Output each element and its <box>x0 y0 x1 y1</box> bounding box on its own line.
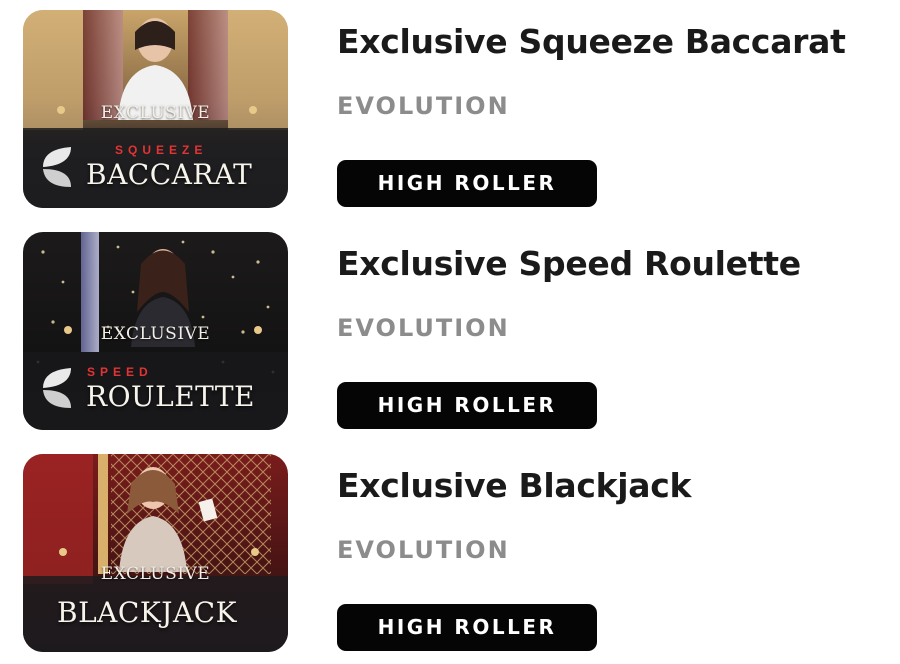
thumbnail-overlay: EXCLUSIVE BLACKJACK <box>23 454 288 652</box>
thumbnail-subtitle: SQUEEZE <box>115 143 208 157</box>
game-thumbnail[interactable]: EXCLUSIVE SQUEEZE BACCARAT <box>23 10 288 208</box>
high-roller-tag[interactable]: HIGH ROLLER <box>337 604 597 651</box>
game-card[interactable]: EXCLUSIVE BLACKJACK Exclusive Blackjack … <box>0 454 900 654</box>
game-provider: EVOLUTION <box>337 92 510 120</box>
game-card[interactable]: EXCLUSIVE SPEED ROULETTE Exclusive Speed… <box>0 232 900 432</box>
thumbnail-overlay: EXCLUSIVE SQUEEZE BACCARAT <box>23 10 288 208</box>
thumbnail-game-name: ROULETTE <box>86 380 255 413</box>
game-title[interactable]: Exclusive Speed Roulette <box>337 244 801 283</box>
evolution-leaf-icon <box>43 147 71 187</box>
thumbnail-overlay: EXCLUSIVE SPEED ROULETTE <box>23 232 288 430</box>
thumbnail-subtitle: SPEED <box>87 365 153 379</box>
thumbnail-game-name: BACCARAT <box>86 158 253 191</box>
evolution-leaf-icon <box>43 368 71 408</box>
game-card[interactable]: EXCLUSIVE SQUEEZE BACCARAT Exclusive Squ… <box>0 10 900 210</box>
thumbnail-exclusive-label: EXCLUSIVE <box>100 564 211 584</box>
game-provider: EVOLUTION <box>337 536 510 564</box>
thumbnail-exclusive-label: EXCLUSIVE <box>100 324 211 344</box>
game-title[interactable]: Exclusive Blackjack <box>337 466 691 505</box>
game-thumbnail[interactable]: EXCLUSIVE SPEED ROULETTE <box>23 232 288 430</box>
thumbnail-game-name: BLACKJACK <box>57 596 238 629</box>
game-provider: EVOLUTION <box>337 314 510 342</box>
game-title[interactable]: Exclusive Squeeze Baccarat <box>337 22 846 61</box>
high-roller-tag[interactable]: HIGH ROLLER <box>337 382 597 429</box>
game-list: EXCLUSIVE SQUEEZE BACCARAT Exclusive Squ… <box>0 0 900 664</box>
high-roller-tag[interactable]: HIGH ROLLER <box>337 160 597 207</box>
game-thumbnail[interactable]: EXCLUSIVE BLACKJACK <box>23 454 288 652</box>
thumbnail-exclusive-label: EXCLUSIVE <box>100 103 211 123</box>
